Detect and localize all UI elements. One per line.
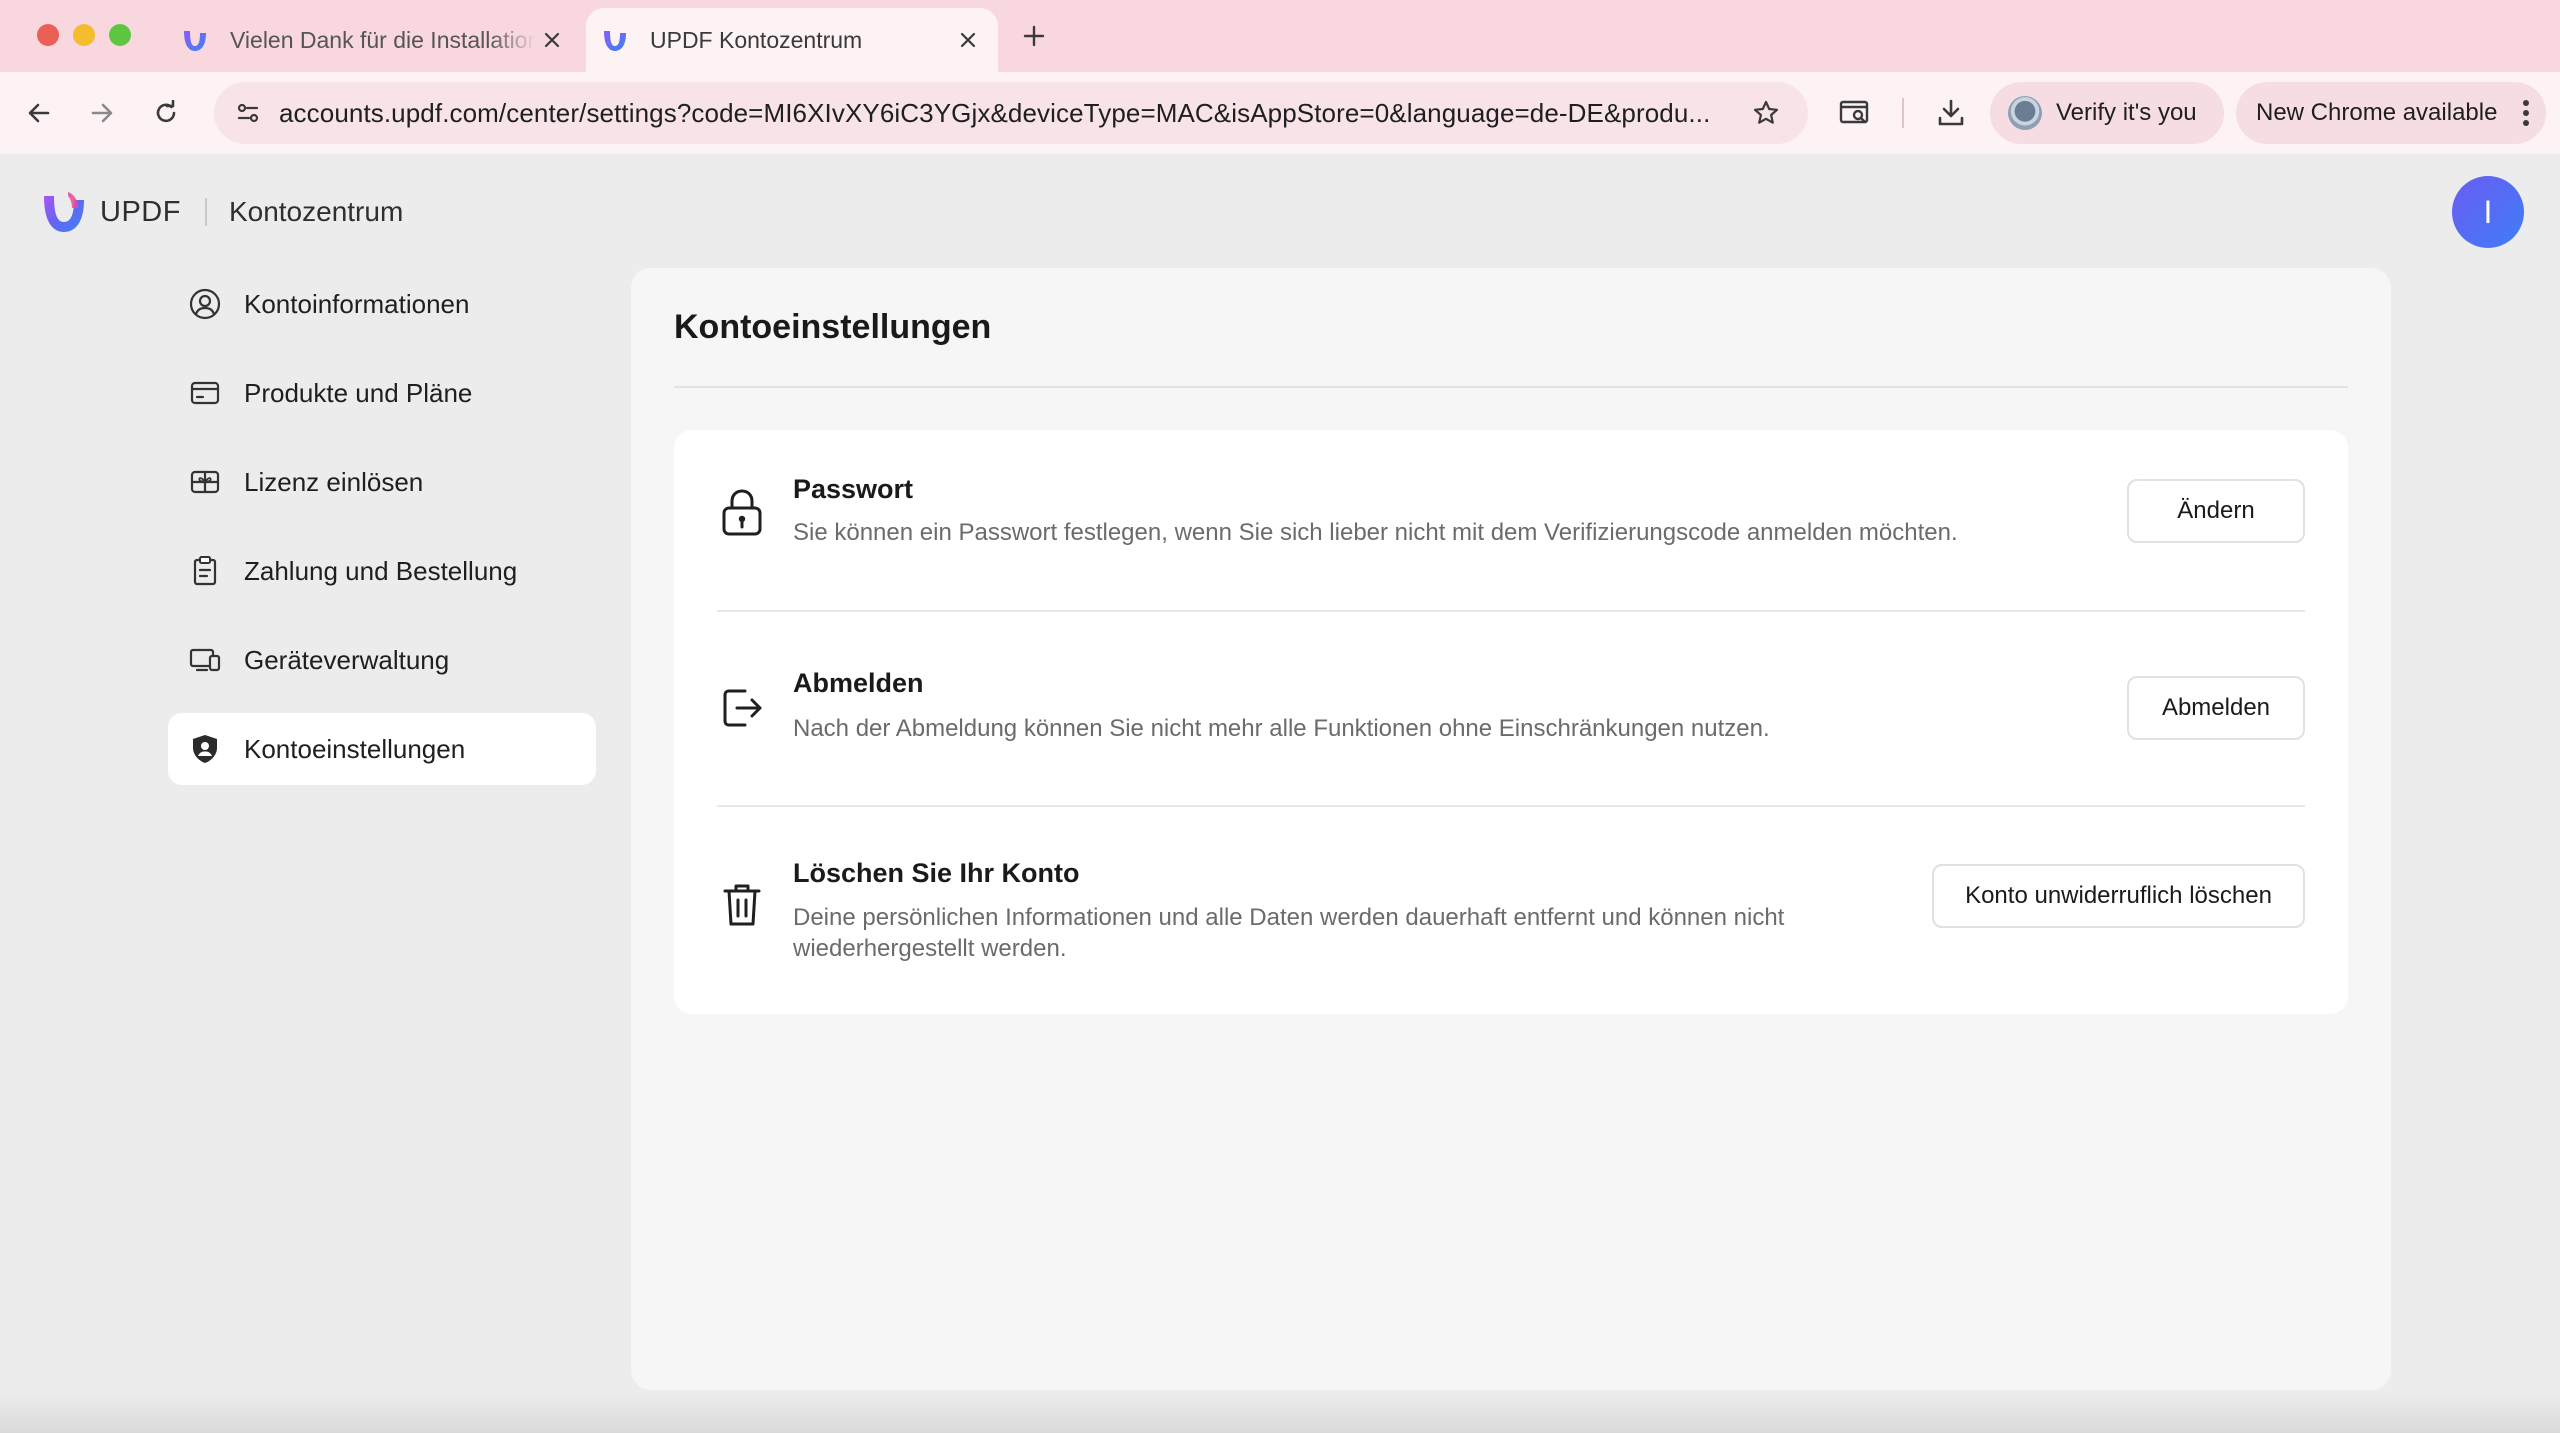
- gift-card-icon: [188, 465, 222, 499]
- settings-panel: Kontoeinstellungen Passwort Sie können e…: [631, 268, 2391, 1390]
- setting-row-logout: Abmelden Nach der Abmeldung können Sie n…: [674, 612, 2348, 806]
- close-tab-icon[interactable]: [536, 24, 568, 56]
- brand-section-title: Kontozentrum: [228, 196, 404, 227]
- brand-name: UPDF: [100, 195, 181, 228]
- forward-arrow-icon[interactable]: [82, 93, 122, 133]
- sidebar-item-kontoinformationen[interactable]: Kontoinformationen: [168, 268, 596, 340]
- site-settings-icon[interactable]: [228, 93, 268, 133]
- page-content: UPDF Kontozentrum I Kontoinformationen P…: [0, 154, 2560, 1433]
- browser-tab-bar: Vielen Dank für die Installation UPDF Ko…: [0, 0, 2560, 72]
- updf-favicon-icon: [184, 31, 206, 51]
- reload-icon[interactable]: [146, 93, 186, 133]
- window-bottom-shadow: [0, 1393, 2560, 1433]
- toolbar-divider: [1902, 98, 1904, 128]
- setting-title: Löschen Sie Ihr Konto: [793, 858, 1080, 888]
- user-avatar[interactable]: I: [2452, 176, 2524, 248]
- tab-install-thanks[interactable]: Vielen Dank für die Installation: [170, 8, 582, 72]
- devices-icon: [188, 643, 222, 677]
- setting-title: Passwort: [793, 474, 914, 504]
- window-close-button[interactable]: [37, 24, 59, 46]
- page-title: Kontoeinstellungen: [674, 308, 992, 346]
- change-password-button[interactable]: Ändern: [2127, 479, 2305, 543]
- logout-icon: [718, 684, 766, 732]
- sidebar-item-kontoeinstellungen[interactable]: Kontoeinstellungen: [168, 713, 596, 785]
- profile-avatar-icon: [2008, 96, 2042, 130]
- sidebar-item-label: Produkte und Pläne: [244, 377, 473, 408]
- setting-row-delete-account: Löschen Sie Ihr Konto Deine persönlichen…: [674, 807, 2348, 1014]
- updf-logo-icon: [44, 192, 84, 232]
- tab-updf-kontozentrum[interactable]: UPDF Kontozentrum: [586, 8, 998, 72]
- verify-label: Verify it's you: [2056, 99, 2197, 126]
- clipboard-icon: [188, 554, 222, 588]
- chrome-update-label: New Chrome available: [2256, 99, 2498, 126]
- back-arrow-icon[interactable]: [19, 93, 59, 133]
- brand-header[interactable]: UPDF Kontozentrum: [38, 188, 403, 236]
- credit-card-icon: [188, 376, 222, 410]
- tab-search-icon[interactable]: [1835, 93, 1875, 133]
- sidebar-item-zahlung-und-bestellung[interactable]: Zahlung und Bestellung: [168, 535, 596, 607]
- bookmark-star-icon[interactable]: [1746, 93, 1786, 133]
- logout-button[interactable]: Abmelden: [2127, 676, 2305, 740]
- window-minimize-button[interactable]: [73, 24, 95, 46]
- setting-description: Deine persönlichen Informationen und all…: [793, 904, 1785, 962]
- shield-user-icon: [188, 732, 222, 766]
- sidebar-item-label: Lizenz einlösen: [244, 466, 424, 497]
- delete-account-button[interactable]: Konto unwiderruflich löschen: [1932, 864, 2305, 928]
- window-zoom-button[interactable]: [109, 24, 131, 46]
- close-tab-icon[interactable]: [952, 24, 984, 56]
- chrome-update-button[interactable]: New Chrome available: [2236, 82, 2546, 144]
- download-icon[interactable]: [1931, 93, 1971, 133]
- sidebar-item-geraeteverwaltung[interactable]: Geräteverwaltung: [168, 624, 596, 696]
- new-tab-plus-icon[interactable]: [1018, 20, 1050, 52]
- browser-toolbar: accounts.updf.com/center/settings?code=M…: [0, 72, 2560, 154]
- sidebar-item-produkte-und-plaene[interactable]: Produkte und Pläne: [168, 357, 596, 429]
- sidebar-item-label: Geräteverwaltung: [244, 644, 450, 675]
- tab-title: UPDF Kontozentrum: [650, 26, 863, 53]
- sidebar-item-label: Zahlung und Bestellung: [244, 555, 518, 586]
- lock-icon: [718, 488, 766, 536]
- setting-row-password: Passwort Sie können ein Passwort festleg…: [674, 430, 2348, 610]
- updf-favicon-icon: [604, 31, 626, 51]
- sidebar-item-lizenz-einloesen[interactable]: Lizenz einlösen: [168, 446, 596, 518]
- verify-identity-button[interactable]: Verify it's you: [1990, 82, 2224, 144]
- tab-title: Vielen Dank für die Installation: [230, 26, 536, 53]
- user-circle-icon: [188, 287, 222, 321]
- url-text[interactable]: accounts.updf.com/center/settings?code=M…: [279, 98, 1739, 129]
- setting-description: Sie können ein Passwort festlegen, wenn …: [793, 519, 1958, 546]
- address-bar[interactable]: accounts.updf.com/center/settings?code=M…: [214, 82, 1808, 144]
- kebab-menu-icon[interactable]: [2522, 98, 2530, 135]
- setting-description: Nach der Abmeldung können Sie nicht mehr…: [793, 715, 1770, 742]
- setting-title: Abmelden: [793, 668, 924, 698]
- settings-card: Passwort Sie können ein Passwort festleg…: [674, 430, 2348, 1014]
- sidebar-item-label: Kontoinformationen: [244, 288, 470, 319]
- sidebar-item-label: Kontoeinstellungen: [244, 733, 466, 764]
- sidebar-nav: Kontoinformationen Produkte und Pläne Li…: [168, 268, 596, 802]
- title-divider: [674, 386, 2348, 388]
- brand-divider: [204, 198, 207, 226]
- trash-icon: [718, 881, 766, 929]
